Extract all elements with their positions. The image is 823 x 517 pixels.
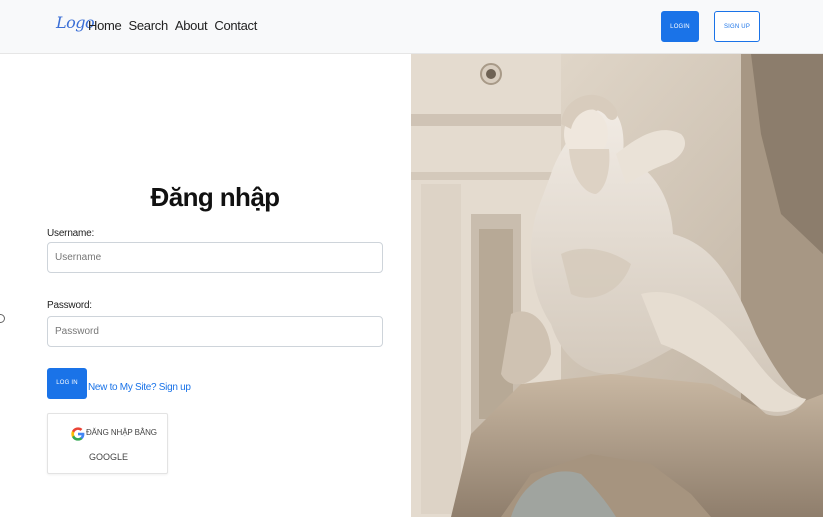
login-panel: Đăng nhập Username: Password: LOG IN New… (0, 54, 411, 517)
login-button[interactable]: LOG IN (47, 368, 87, 399)
google-login-button[interactable]: ĐĂNG NHẬP BẰNG GOOGLE (47, 413, 168, 474)
navbar-signup-button[interactable]: SIGN UP (714, 11, 760, 42)
nav-link-about[interactable]: About (175, 18, 208, 33)
nav-link-contact[interactable]: Contact (214, 18, 257, 33)
signup-link[interactable]: New to My Site? Sign up (88, 382, 191, 393)
nav-link-search[interactable]: Search (128, 18, 168, 33)
password-input[interactable] (47, 316, 383, 347)
google-icon (71, 427, 85, 441)
hero-image (411, 54, 823, 517)
nav-link-home[interactable]: Home (88, 18, 122, 33)
statue-fountain-illustration (411, 54, 823, 517)
page-title: Đăng nhập (150, 182, 281, 212)
radio-circle-icon (0, 314, 5, 323)
nav-links: Home Search About Contact (88, 18, 257, 33)
google-button-label-line2: GOOGLE (88, 452, 128, 462)
top-navbar: Logo Home Search About Contact LOGIN SIG… (0, 0, 823, 54)
username-label: Username: (47, 228, 95, 239)
navbar-login-button[interactable]: LOGIN (661, 11, 699, 42)
username-input[interactable] (47, 242, 383, 273)
google-button-label-line1: ĐĂNG NHẬP BẰNG (86, 428, 157, 437)
password-label: Password: (47, 300, 92, 311)
